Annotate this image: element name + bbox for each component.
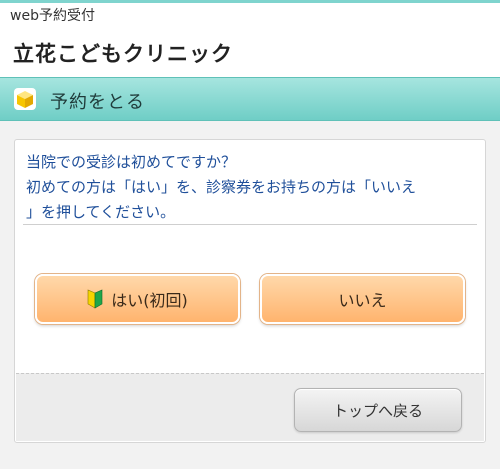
- question-line: 初めての方は「はい」を、診察券をお持ちの方は「いいえ: [26, 178, 417, 196]
- question-text: 当院での受診は初めてですか？ 初めての方は「はい」を、診察券をお持ちの方は「いい…: [26, 150, 476, 225]
- question-line: 」を押してください。: [26, 203, 176, 221]
- reservation-card: 当院での受診は初めてですか？ 初めての方は「はい」を、診察券をお持ちの方は「いい…: [14, 139, 486, 443]
- divider: [23, 224, 477, 225]
- clinic-name: 立花こどもクリニック: [13, 42, 233, 66]
- beginner-leaf-icon: [87, 289, 103, 309]
- header-accent-line: [0, 0, 500, 3]
- no-button-label: いいえ: [338, 291, 387, 310]
- section-title: 予約をとる: [50, 92, 145, 113]
- yes-button-label: はい(初回): [111, 291, 188, 310]
- question-line: 当院での受診は初めてですか？: [26, 153, 237, 171]
- web-booking-label: web予約受付: [10, 8, 95, 24]
- no-button[interactable]: いいえ: [260, 274, 465, 324]
- app-header: web予約受付 立花こどもクリニック: [0, 0, 500, 68]
- cube-icon: [14, 88, 36, 110]
- back-to-top-button[interactable]: トップへ戻る: [294, 388, 462, 432]
- back-to-top-label: トップへ戻る: [332, 401, 423, 420]
- yes-first-visit-button[interactable]: はい(初回): [35, 274, 240, 324]
- section-header: 予約をとる: [0, 77, 500, 121]
